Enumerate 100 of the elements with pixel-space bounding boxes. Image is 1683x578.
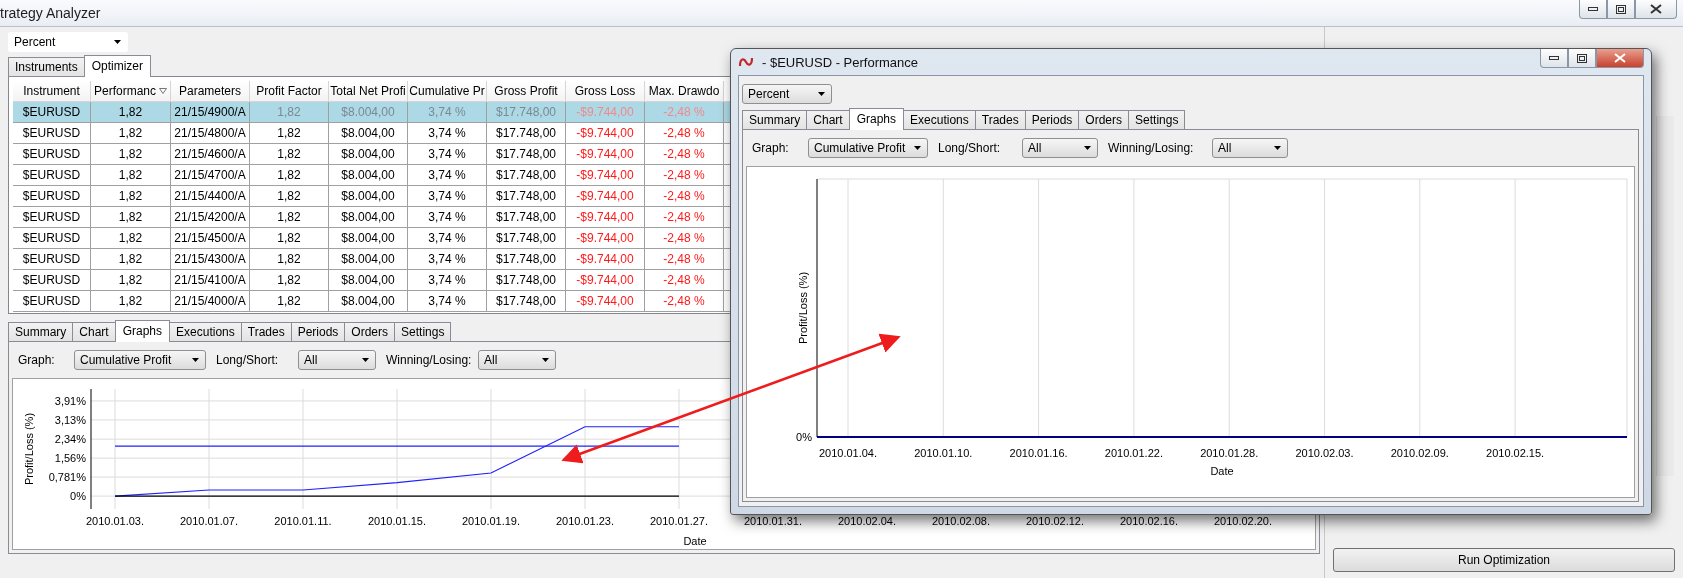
x-tick-label: 2010.01.19. [461, 515, 521, 527]
column-header[interactable]: Max. Drawdo [645, 81, 724, 102]
x-tick-label: 2010.01.04. [818, 447, 878, 459]
y-tick-label: 2,34% [54, 433, 86, 446]
window-title: trategy Analyzer [0, 5, 101, 21]
column-header[interactable]: Parameters [171, 81, 250, 102]
scrollbar[interactable] [1656, 116, 1674, 476]
x-tick-label: 2010.01.10. [914, 447, 973, 459]
tab[interactable]: Graphs [114, 320, 171, 342]
x-tick-label: 2010.01.15. [367, 515, 427, 527]
x-tick-label: 2010.02.20. [1213, 515, 1273, 527]
x-tick-label: 2010.01.16. [1009, 447, 1068, 459]
x-tick-label: 2010.02.16. [1119, 515, 1179, 527]
table-cell: 3,74 % [408, 291, 487, 312]
tab[interactable]: Optimizer [83, 55, 152, 77]
caret-icon [114, 40, 121, 44]
x-tick-label: 2010.01.03. [85, 515, 145, 527]
minimize-button[interactable] [1540, 49, 1568, 68]
dropdown[interactable]: All [298, 350, 376, 370]
minimize-icon [1549, 56, 1559, 60]
x-tick-label: 2010.01.27. [649, 515, 709, 527]
column-header[interactable]: Total Net Profi [329, 81, 408, 102]
caret-icon [362, 358, 369, 362]
column-header[interactable]: Gross Loss [566, 81, 645, 102]
column-header[interactable]: Instrument [13, 81, 91, 102]
dropdown[interactable]: All [1212, 138, 1288, 158]
x-tick-label: 2010.01.23. [555, 515, 615, 527]
column-header[interactable]: Profit Factor [250, 81, 329, 102]
caret-icon [1274, 146, 1281, 150]
filter-label: Graph: [752, 141, 790, 155]
x-tick-label: 2010.01.11. [274, 515, 332, 527]
maximize-button[interactable] [1568, 49, 1596, 68]
dropdown[interactable]: All [1022, 138, 1098, 158]
table-cell: -$9.744,00 [566, 291, 645, 312]
app-logo-icon [738, 56, 754, 68]
x-axis-title: Date [683, 535, 707, 547]
caret-icon [192, 358, 199, 362]
filter-label: Long/Short: [938, 141, 1002, 155]
filter-label: Winning/Losing: [386, 353, 473, 367]
y-tick-label: 1,56% [54, 452, 86, 465]
tab[interactable]: Periods [290, 322, 346, 342]
x-tick-label: 2010.01.22. [1104, 447, 1163, 459]
x-tick-label: 2010.02.08. [931, 515, 991, 527]
table-cell: $8.004,00 [329, 291, 408, 312]
column-header[interactable]: Performanc [91, 81, 171, 102]
tab[interactable]: Executions [903, 110, 976, 130]
filter-label: Graph: [18, 353, 56, 367]
tab[interactable]: Orders [344, 322, 396, 342]
filter-label: Long/Short: [216, 353, 280, 367]
x-tick-label: 2010.02.15. [1486, 447, 1545, 459]
run-optimization-button[interactable]: Run Optimization [1333, 548, 1675, 572]
tab[interactable]: Orders [1078, 110, 1130, 130]
dropdown[interactable]: All [478, 350, 556, 370]
minimize-button[interactable] [1579, 0, 1607, 19]
tab[interactable]: Instruments [8, 57, 85, 77]
tab[interactable]: Summary [8, 322, 74, 342]
table-cell: 1,82 [250, 291, 329, 312]
tab[interactable]: Chart [806, 110, 850, 130]
x-tick-label: 2010.02.09. [1390, 447, 1449, 459]
minimize-icon [1588, 7, 1598, 11]
dropdown[interactable]: Cumulative Profit [808, 138, 928, 158]
table-cell: -2,48 % [645, 291, 724, 312]
caret-icon [542, 358, 549, 362]
close-button[interactable] [1635, 0, 1677, 19]
tab[interactable]: Trades [240, 322, 292, 342]
x-tick-label: 2010.01.31. [743, 515, 803, 527]
column-header[interactable]: Gross Profit [487, 81, 566, 102]
close-icon [1614, 53, 1626, 63]
maximize-icon [1616, 4, 1626, 14]
tab[interactable]: Periods [1024, 110, 1080, 130]
filter-label: Winning/Losing: [1108, 141, 1195, 155]
close-icon [1650, 4, 1662, 14]
dropdown[interactable]: Percent [8, 32, 128, 52]
tab[interactable]: Settings [1128, 110, 1186, 130]
y-tick-label: 0% [70, 490, 86, 503]
tab[interactable]: Executions [169, 322, 242, 342]
y-tick-label: 0,781% [48, 471, 86, 484]
y-tick-label: 3,91% [54, 394, 86, 407]
y-tick-label: 3,13% [54, 413, 86, 426]
tab[interactable]: Summary [742, 110, 808, 130]
x-tick-label: 2010.01.07. [179, 515, 239, 527]
tab[interactable]: Settings [394, 322, 452, 342]
table-cell: $17.748,00 [487, 291, 566, 312]
x-tick-label: 2010.02.04. [837, 515, 897, 527]
tab[interactable]: Trades [974, 110, 1026, 130]
x-tick-label: 2010.01.28. [1200, 447, 1259, 459]
tab[interactable]: Graphs [848, 108, 905, 130]
table-cell: 21/15/4000/A [171, 291, 250, 312]
y-axis-title: Profit/Loss (%) [23, 412, 35, 486]
column-header[interactable]: Cumulative Pr [408, 81, 487, 102]
dropdown[interactable]: Cumulative Profit [74, 350, 206, 370]
x-tick-label: 2010.02.03. [1295, 447, 1354, 459]
window-title: - $EURUSD - Performance [762, 54, 920, 70]
y-tick-label: 0% [796, 431, 812, 443]
caret-icon [818, 92, 825, 96]
dropdown[interactable]: Percent [742, 84, 832, 104]
maximize-button[interactable] [1607, 0, 1635, 19]
table-cell: $EURUSD [13, 291, 91, 312]
maximize-icon [1577, 53, 1587, 63]
tab[interactable]: Chart [72, 322, 116, 342]
